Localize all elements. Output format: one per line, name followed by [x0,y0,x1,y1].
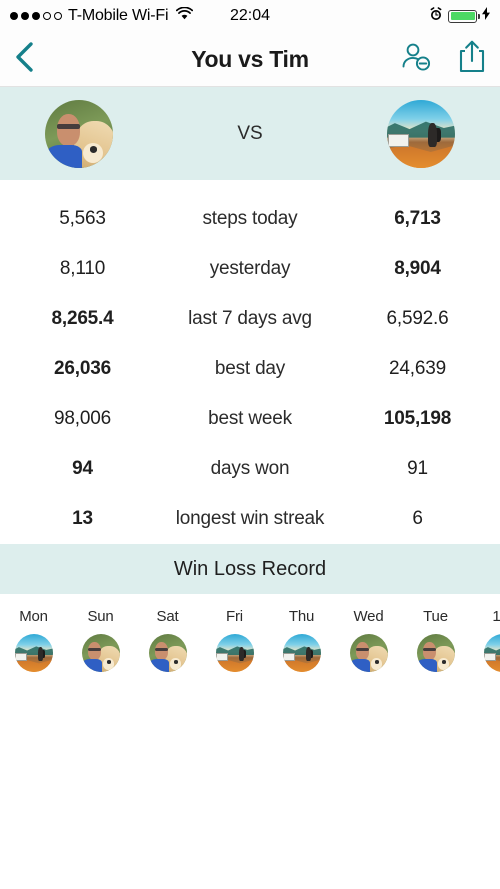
signal-strength-icon [10,12,62,20]
stat-value-right: 6,713 [394,208,441,229]
app-screen: T-Mobile Wi-Fi 22:04 You vs Tim VS 5,563… [0,0,500,889]
avatar-tim [215,634,254,672]
carrier-label: T-Mobile Wi-Fi [68,7,169,24]
win-loss-day-label: Tue [423,608,448,625]
versus-label: VS [237,122,263,144]
stats-table: 5,563 steps today 6,713 8,110 yesterday 8,904… [0,180,500,544]
avatar-tim[interactable] [386,99,455,168]
win-loss-day[interactable]: Sat [134,608,201,672]
lightning-bolt-icon [482,7,490,25]
win-loss-day-label: Wed [353,608,384,625]
stat-row: 8,265.4 last 7 days avg 6,592.6 [0,294,500,344]
win-loss-day-label: Sun [87,608,114,625]
win-loss-day[interactable]: Sun [67,608,134,672]
stat-value-right: 6,592.6 [386,308,449,329]
stat-row: 13 longest win streak 6 [0,494,500,544]
win-loss-day[interactable]: Wed [335,608,402,672]
avatar-you [148,634,187,672]
win-loss-day[interactable]: Thu [268,608,335,672]
win-loss-day-label: Thu [288,608,315,625]
stat-label: days won [210,458,290,479]
win-loss-day-label: Mon [19,608,48,625]
win-loss-day[interactable]: Tue [402,608,469,672]
stat-value-right: 105,198 [383,408,452,429]
win-loss-strip[interactable]: Mon Sun Sat Fri Thu Wed Tue 10, [0,594,500,672]
stat-label: longest win streak [175,508,325,529]
win-loss-header: Win Loss Record [0,544,500,594]
stat-value-left: 94 [72,458,93,479]
stat-row: 94 days won 91 [0,444,500,494]
stat-value-left: 13 [72,508,93,529]
stat-value-left: 26,036 [54,358,111,379]
avatar-you [349,634,388,672]
stat-row: 5,563 steps today 6,713 [0,194,500,244]
status-bar-left: T-Mobile Wi-Fi [10,6,194,25]
navigation-actions [400,40,486,79]
stat-row: 98,006 best week 105,198 [0,394,500,444]
stat-label: best week [208,408,292,429]
stat-row: 8,110 yesterday 8,904 [0,244,500,294]
stat-label: last 7 days avg [188,308,312,329]
stat-value-left: 8,265.4 [51,308,114,329]
win-loss-day-label: Sat [156,608,179,625]
win-loss-day-label: 10, [492,608,500,625]
avatar-tim [282,634,321,672]
status-bar: T-Mobile Wi-Fi 22:04 [0,0,500,32]
stat-value-right: 24,639 [389,358,446,379]
stat-value-left: 98,006 [54,408,111,429]
back-button[interactable] [14,41,35,78]
avatar-tim [483,634,500,672]
chevron-left-icon [14,41,35,78]
battery-full-icon [448,9,480,23]
stat-value-right: 91 [407,458,428,479]
win-loss-day[interactable]: Fri [201,608,268,672]
stat-label: best day [214,358,286,379]
stat-value-right: 8,904 [394,258,441,279]
avatar-you[interactable] [45,99,113,168]
alarm-clock-icon [429,6,443,26]
status-bar-right [429,6,490,26]
stat-value-left: 8,110 [59,258,106,279]
stat-value-left: 5,563 [59,208,106,229]
avatar-tim [14,634,53,672]
stat-value-right: 6 [412,508,423,529]
person-remove-icon[interactable] [400,41,432,78]
avatar-you [416,634,455,672]
wifi-icon [176,6,194,25]
win-loss-day-label: Fri [226,608,243,625]
stat-row: 26,036 best day 24,639 [0,344,500,394]
win-loss-day[interactable]: 10, [469,608,500,672]
share-icon[interactable] [458,40,486,79]
win-loss-day[interactable]: Mon [0,608,67,672]
versus-band: VS [0,87,500,180]
avatar-you [81,634,120,672]
navigation-bar: You vs Tim [0,32,500,87]
stat-label: yesterday [209,258,291,279]
stat-label: steps today [202,208,298,229]
